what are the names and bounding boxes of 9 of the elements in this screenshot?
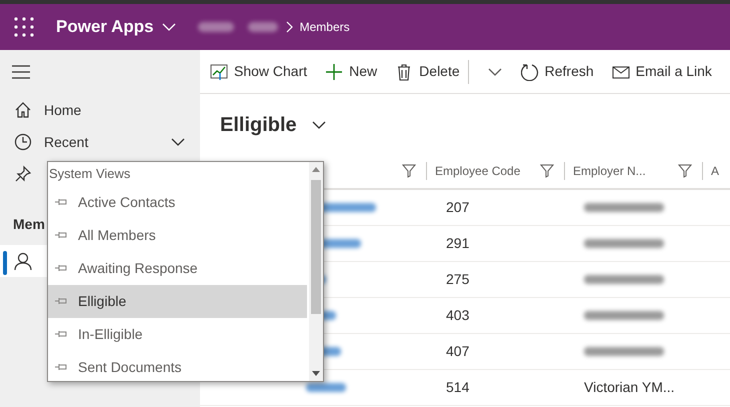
section-heading: Mem [13,215,45,234]
table-cell: 403 [446,307,470,323]
table-cell: 291 [446,235,470,251]
table-cell: 407 [446,343,470,359]
table-cell: 514 [446,379,470,395]
table-cell: 275 [446,271,470,287]
table-cell: Victorian YM... [584,379,675,395]
table-cell: 207 [446,199,470,215]
menu-group-heading: System Views [48,165,132,183]
